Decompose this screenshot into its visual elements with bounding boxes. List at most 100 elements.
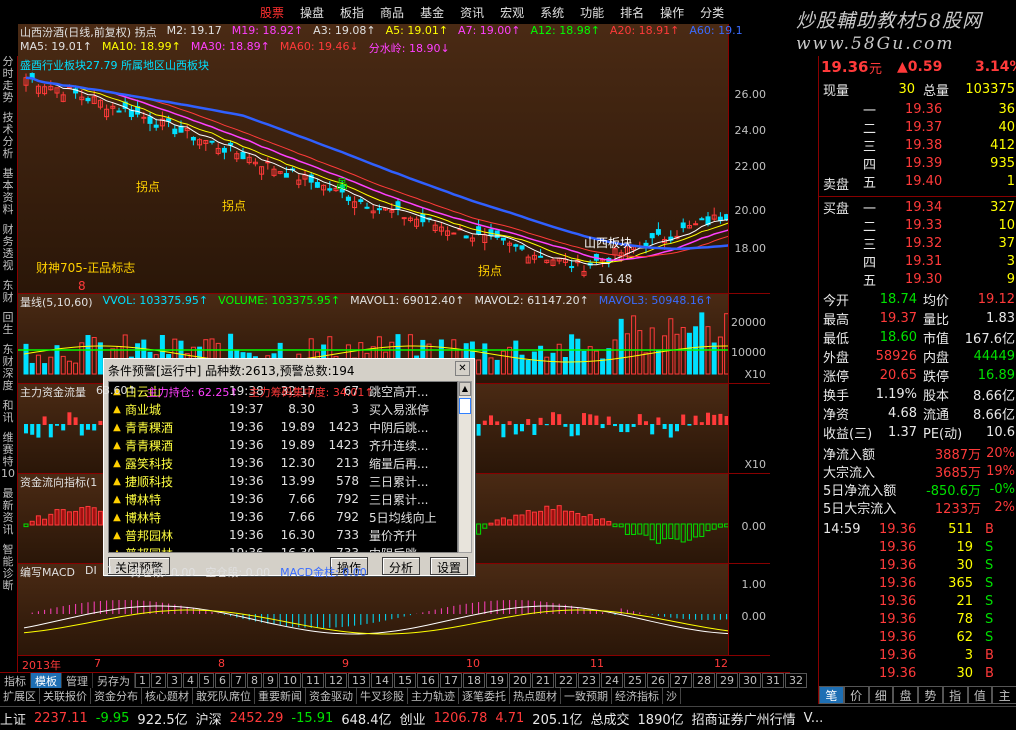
info-tab-2[interactable]: 资金分布	[91, 688, 142, 704]
template-slot-11[interactable]: 11	[302, 673, 324, 688]
left-tab-4[interactable]: 东财	[0, 280, 16, 304]
template-slot-8[interactable]: 8	[247, 673, 262, 688]
menu-item-7[interactable]: 系统	[540, 4, 564, 21]
info-tab-5[interactable]: 重要新闻	[255, 688, 306, 704]
template-slot-3[interactable]: 3	[167, 673, 182, 688]
menu-item-2[interactable]: 板指	[340, 4, 364, 21]
info-tab-7[interactable]: 牛叉珍股	[357, 688, 408, 704]
left-tab-9[interactable]: 最新资讯	[0, 488, 16, 536]
quote-tab-5[interactable]: 指	[942, 686, 968, 704]
template-slot-14[interactable]: 14	[371, 673, 393, 688]
settings-button[interactable]: 设置	[430, 557, 469, 575]
analyze-button[interactable]: 分析	[382, 557, 421, 575]
menu-item-0[interactable]: 股票	[260, 4, 284, 21]
info-tab-3[interactable]: 核心题材	[142, 688, 193, 704]
template-slot-10[interactable]: 10	[279, 673, 301, 688]
toolbar-item-1[interactable]: 模板	[31, 672, 62, 689]
template-slot-27[interactable]: 27	[670, 673, 692, 688]
template-slot-24[interactable]: 24	[601, 673, 623, 688]
toolbar-item-3[interactable]: 另存为	[93, 672, 135, 689]
alert-row[interactable]: ▲ 捷顺科技 19:36 13.99 578 三日累计...	[109, 472, 457, 490]
template-slot-22[interactable]: 22	[555, 673, 577, 688]
left-tab-2[interactable]: 基本资料	[0, 168, 16, 216]
menu-item-8[interactable]: 功能	[580, 4, 604, 21]
macd-pane[interactable]: 编写MACD DI 10 持仓段: 0.00 空仓段: 0.00 MACD金柱: 0.00…	[18, 564, 770, 656]
menu-item-3[interactable]: 商品	[380, 4, 404, 21]
alert-row[interactable]: ▲ 露笑科技 19:36 12.30 213 缩量后再...	[109, 454, 457, 472]
info-tab-4[interactable]: 敢死队席位	[193, 688, 255, 704]
template-slot-17[interactable]: 17	[440, 673, 462, 688]
template-slot-18[interactable]: 18	[463, 673, 485, 688]
template-slot-2[interactable]: 2	[151, 673, 166, 688]
template-slot-19[interactable]: 19	[486, 673, 508, 688]
left-tab-3[interactable]: 财务透视	[0, 224, 16, 272]
left-tab-7[interactable]: 和讯	[0, 400, 16, 424]
alert-row[interactable]: ▲ 普邦园林 19:36 16.30 733 量价齐升	[109, 526, 457, 544]
template-slot-12[interactable]: 12	[325, 673, 347, 688]
quote-tab-7[interactable]: 主	[992, 686, 1016, 704]
alert-row[interactable]: ▲ 普邦园林19:36 16.30 733 中阴后跳...	[109, 544, 457, 552]
left-tab-1[interactable]: 技术分析	[0, 112, 16, 160]
template-slot-9[interactable]: 9	[263, 673, 278, 688]
template-slot-5[interactable]: 5	[199, 673, 214, 688]
info-tab-0[interactable]: 扩展区	[0, 688, 40, 704]
template-slot-1[interactable]: 1	[135, 673, 150, 688]
template-slot-7[interactable]: 7	[231, 673, 246, 688]
template-slot-30[interactable]: 30	[739, 673, 761, 688]
template-slot-29[interactable]: 29	[716, 673, 738, 688]
menu-item-10[interactable]: 操作	[660, 4, 684, 21]
info-tab-11[interactable]: 一致预期	[561, 688, 612, 704]
alert-dialog-title[interactable]: 条件预警[运行中] 品种数:2613,预警总数:194 ✕	[104, 359, 474, 379]
template-slot-15[interactable]: 15	[394, 673, 416, 688]
left-tab-5[interactable]: 回生	[0, 312, 16, 336]
info-tab-14[interactable]: 沙	[663, 688, 681, 704]
alert-row[interactable]: ▲ 青青稞酒 19:36 19.89 1423 中阴后跳...	[109, 418, 457, 436]
template-slot-6[interactable]: 6	[215, 673, 230, 688]
alert-list[interactable]: ▲ 白云山 19:38 32.17 67 跳空高开... ▲ 商业城 19:37 8.30 3 买入易…	[108, 381, 458, 553]
quote-tab-2[interactable]: 细	[868, 686, 894, 704]
template-slot-28[interactable]: 28	[693, 673, 715, 688]
close-icon[interactable]: ✕	[455, 361, 470, 376]
left-tab-10[interactable]: 智能诊断	[0, 544, 16, 592]
left-tab-0[interactable]: 分时走势	[0, 56, 16, 104]
quote-tab-1[interactable]: 价	[843, 686, 869, 704]
menu-item-11[interactable]: 分类	[700, 4, 724, 21]
info-tab-9[interactable]: 逐笔委托	[459, 688, 510, 704]
alert-list-scrollbar[interactable]: ▲	[458, 381, 472, 553]
menu-item-5[interactable]: 资讯	[460, 4, 484, 21]
quote-tab-0[interactable]: 笔	[819, 686, 844, 704]
toolbar-item-0[interactable]: 指标	[0, 672, 31, 689]
menu-item-1[interactable]: 操盘	[300, 4, 324, 21]
kline-pane[interactable]: 山西汾酒(日线,前复权) 拐点 M2: 19.17 M19: 18.92↑ A3: 1…	[18, 24, 770, 294]
alert-row[interactable]: ▲ 商业城 19:37 8.30 3 买入易涨停	[109, 400, 457, 418]
template-slot-4[interactable]: 4	[183, 673, 198, 688]
scroll-thumb[interactable]	[459, 398, 471, 414]
toolbar-item-2[interactable]: 管理	[62, 672, 93, 689]
template-slot-21[interactable]: 21	[532, 673, 554, 688]
template-slot-13[interactable]: 13	[348, 673, 370, 688]
template-slot-31[interactable]: 31	[762, 673, 784, 688]
scroll-up-icon[interactable]: ▲	[459, 382, 471, 396]
template-slot-32[interactable]: 32	[785, 673, 807, 688]
alert-row[interactable]: ▲ 博林特 19:36 7.66 792 5日均线向上	[109, 508, 457, 526]
left-tab-6[interactable]: 东财深度	[0, 344, 16, 392]
info-tab-12[interactable]: 经济指标	[612, 688, 663, 704]
alert-row[interactable]: ▲ 青青稞酒 19:36 19.89 1423 齐升连续...	[109, 436, 457, 454]
quote-tab-6[interactable]: 值	[967, 686, 993, 704]
menu-item-9[interactable]: 排名	[620, 4, 644, 21]
menu-item-4[interactable]: 基金	[420, 4, 444, 21]
template-slot-23[interactable]: 23	[578, 673, 600, 688]
info-tab-6[interactable]: 资金驱动	[306, 688, 357, 704]
info-tab-10[interactable]: 热点题材	[510, 688, 561, 704]
template-slot-26[interactable]: 26	[647, 673, 669, 688]
quote-tab-4[interactable]: 势	[918, 686, 943, 704]
left-tab-8[interactable]: 维赛特10	[0, 432, 16, 480]
template-slot-16[interactable]: 16	[417, 673, 439, 688]
menu-item-6[interactable]: 宏观	[500, 4, 524, 21]
quote-tab-3[interactable]: 盘	[893, 686, 918, 704]
template-slot-25[interactable]: 25	[624, 673, 646, 688]
alert-row[interactable]: ▲ 博林特 19:36 7.66 792 三日累计...	[109, 490, 457, 508]
info-tab-8[interactable]: 主力轨迹	[408, 688, 459, 704]
template-slot-20[interactable]: 20	[509, 673, 531, 688]
info-tab-1[interactable]: 关联报价	[40, 688, 91, 704]
